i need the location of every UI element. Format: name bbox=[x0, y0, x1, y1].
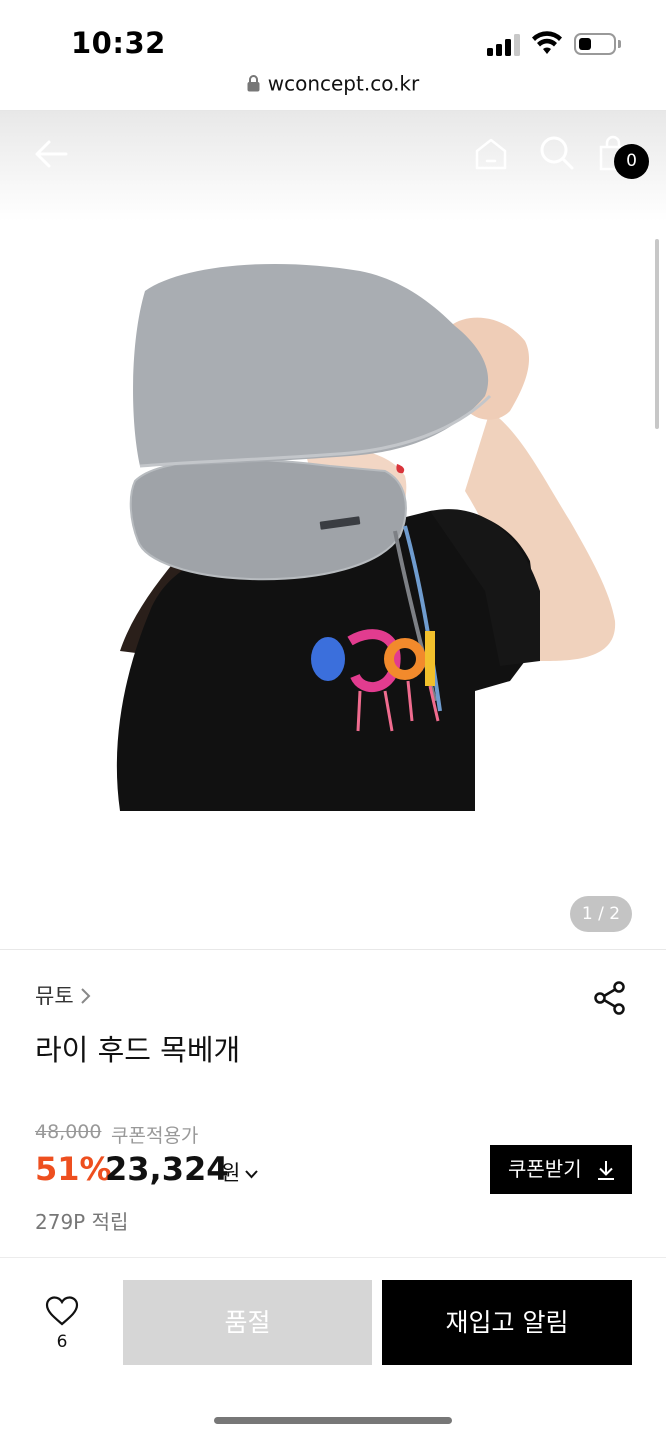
soldout-button: 품절 bbox=[123, 1280, 372, 1365]
cart-count-badge[interactable]: 0 bbox=[614, 144, 649, 179]
coupon-button-label: 쿠폰받기 bbox=[508, 1157, 582, 1181]
wishlist-button[interactable]: 6 bbox=[36, 1296, 88, 1354]
wifi-icon bbox=[532, 31, 562, 54]
get-coupon-button[interactable]: 쿠폰받기 bbox=[490, 1145, 632, 1194]
signal-icon bbox=[487, 34, 521, 56]
download-icon bbox=[598, 1161, 614, 1180]
coupon-price-label: 쿠폰적용가 bbox=[111, 1125, 199, 1147]
product-title: 라이 후드 목베개 bbox=[35, 1033, 241, 1067]
product-photo bbox=[116, 263, 616, 811]
restock-alert-button[interactable]: 재입고 알림 bbox=[382, 1280, 632, 1365]
home-icon[interactable] bbox=[471, 134, 511, 174]
chevron-down-icon bbox=[245, 1170, 259, 1179]
address-bar[interactable]: wconcept.co.kr bbox=[0, 70, 666, 100]
currency-label: 원 bbox=[221, 1161, 241, 1185]
back-arrow-icon[interactable] bbox=[32, 134, 72, 174]
status-bar: 10:32 wconcept.co.kr bbox=[0, 0, 666, 111]
status-time: 10:32 bbox=[71, 26, 166, 60]
heart-icon bbox=[45, 1296, 79, 1326]
original-price: 48,000 bbox=[35, 1121, 102, 1143]
wishlist-count: 6 bbox=[56, 1332, 68, 1352]
battery-nub bbox=[618, 40, 621, 48]
discount-rate: 51% bbox=[35, 1150, 112, 1188]
search-icon[interactable] bbox=[537, 133, 577, 173]
share-icon[interactable] bbox=[592, 980, 628, 1016]
brand-link[interactable]: 뮤토 bbox=[35, 980, 91, 1010]
battery-icon bbox=[574, 33, 616, 55]
url-text: wconcept.co.kr bbox=[267, 71, 420, 96]
scrollbar-thumb[interactable] bbox=[655, 239, 659, 429]
price-detail-toggle[interactable]: 원 bbox=[221, 1157, 259, 1187]
chevron-right-icon bbox=[80, 988, 91, 1004]
sale-price: 23,324 bbox=[105, 1150, 229, 1188]
divider bbox=[0, 949, 666, 950]
home-indicator bbox=[214, 1417, 452, 1424]
reward-points: 279P 적립 bbox=[35, 1210, 129, 1234]
lock-icon bbox=[247, 75, 260, 92]
brand-name: 뮤토 bbox=[35, 984, 74, 1008]
image-counter: 1 / 2 bbox=[570, 896, 632, 932]
product-image-gallery[interactable]: 0 1 / 2 bbox=[0, 111, 666, 949]
purchase-bar: 6 품절 재입고 알림 bbox=[0, 1257, 666, 1441]
